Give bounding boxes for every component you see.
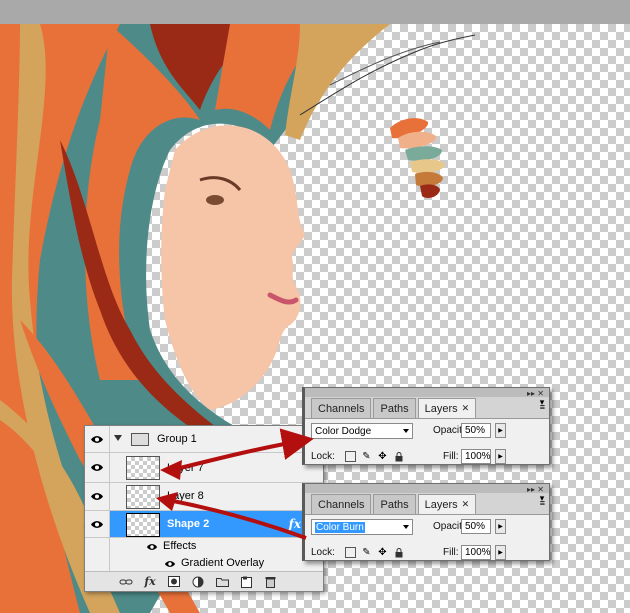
tab-label: Layers (424, 402, 458, 415)
layers-blend-panel-bottom: ▸▸ ✕ Channels Paths Layers ✕ ▾ ≡ Color Bur… (302, 483, 550, 561)
close-icon[interactable]: ✕ (462, 499, 470, 510)
gradient-overlay-label: Gradient Overlay (181, 557, 265, 569)
move-icon[interactable]: ✥ (377, 451, 388, 462)
tab-paths[interactable]: Paths (373, 494, 416, 514)
layers-panel: Group 1 Layer 7 Layer 8 Shape 2 fx Effec… (84, 425, 324, 592)
tab-layers[interactable]: Layers ✕ (417, 494, 477, 514)
layers-bottom-toolbar: fx (85, 571, 323, 591)
chevron-down-icon[interactable] (114, 435, 122, 441)
lock-label: Lock: (311, 547, 335, 558)
layer-row-group-1[interactable]: Group 1 (85, 426, 323, 453)
eye-icon[interactable] (88, 488, 106, 504)
move-icon[interactable]: ✥ (377, 547, 388, 558)
tab-channels[interactable]: Channels (311, 494, 372, 514)
fill-value: 100% (465, 451, 491, 462)
layer-row-shape-2[interactable]: Shape 2 fx (85, 511, 323, 538)
new-layer-icon[interactable] (239, 576, 253, 588)
eye-icon[interactable] (143, 539, 161, 555)
layer-name: Shape 2 (167, 518, 210, 530)
panel-title-bar[interactable] (305, 388, 549, 397)
tab-label: Layers (424, 498, 458, 511)
panel-tabs: Channels Paths Layers ✕ (311, 494, 478, 514)
blend-mode-value: Color Burn (315, 521, 365, 533)
layer-thumbnail (126, 513, 160, 537)
layer-row-layer-8[interactable]: Layer 8 (85, 483, 323, 511)
panel-body: Color Dodge Opacity: 50% ▶ Lock: ✎ ✥ Fil… (305, 418, 549, 464)
visibility-cell (85, 556, 110, 572)
gradient-overlay-row[interactable]: Gradient Overlay (85, 556, 323, 572)
fill-label: Fill: (443, 451, 459, 462)
lock-transparency-icon[interactable] (345, 547, 356, 558)
layer-name: Layer 7 (167, 462, 204, 474)
link-icon[interactable] (119, 576, 133, 588)
color-swatch-stack (390, 118, 445, 198)
effects-row[interactable]: Effects (85, 538, 323, 556)
fx-icon[interactable]: fx (143, 575, 157, 588)
layer-effects-badge[interactable]: fx (289, 517, 301, 531)
blend-mode-select[interactable]: Color Burn (311, 519, 413, 535)
visibility-cell (85, 538, 110, 556)
fill-label: Fill: (443, 547, 459, 558)
folder-icon[interactable] (215, 576, 229, 588)
opacity-value: 50% (465, 425, 486, 436)
eye-icon[interactable] (88, 431, 106, 447)
close-icon[interactable]: ✕ (462, 403, 470, 414)
panel-title-bar[interactable] (305, 484, 549, 493)
fill-field[interactable]: 100% (461, 545, 491, 560)
layers-blend-panel-top: ▸▸ ✕ Channels Paths Layers ✕ ▾ ≡ Color Dod… (302, 387, 550, 465)
layer-row-layer-7[interactable]: Layer 7 (85, 453, 323, 483)
opacity-field[interactable]: 50% (461, 519, 491, 534)
layer-name: Group 1 (157, 433, 197, 445)
chevron-down-icon (403, 525, 409, 529)
opacity-field[interactable]: 50% (461, 423, 491, 438)
lock-label: Lock: (311, 451, 335, 462)
eye-icon[interactable] (88, 516, 106, 532)
blend-mode-select[interactable]: Color Dodge (311, 423, 413, 439)
opacity-value: 50% (465, 521, 486, 532)
folder-icon (131, 433, 149, 446)
panel-body: Color Burn Opacity: 50% ▶ Lock: ✎ ✥ Fill… (305, 514, 549, 560)
fill-slider-button[interactable]: ▶ (495, 545, 506, 560)
opacity-slider-button[interactable]: ▶ (495, 423, 506, 438)
tab-label: Paths (380, 498, 409, 511)
opacity-slider-button[interactable]: ▶ (495, 519, 506, 534)
tab-label: Channels (318, 402, 365, 415)
panel-menu-icon[interactable]: ▾ ≡ (540, 398, 545, 412)
layer-thumbnail (126, 485, 160, 509)
fill-field[interactable]: 100% (461, 449, 491, 464)
chevron-down-icon (403, 429, 409, 433)
mask-icon[interactable] (167, 576, 181, 588)
trash-icon[interactable] (263, 576, 277, 588)
eye-icon[interactable] (161, 556, 179, 572)
panel-tabs: Channels Paths Layers ✕ (311, 398, 478, 418)
tab-layers[interactable]: Layers ✕ (417, 398, 477, 418)
lock-icon[interactable] (393, 547, 404, 558)
tab-label: Paths (380, 402, 409, 415)
tab-paths[interactable]: Paths (373, 398, 416, 418)
eye-icon[interactable] (88, 459, 106, 475)
adjustment-icon[interactable] (191, 576, 205, 588)
layer-name: Layer 8 (167, 490, 204, 502)
fill-slider-button[interactable]: ▶ (495, 449, 506, 464)
lock-icon[interactable] (393, 451, 404, 462)
effects-label: Effects (163, 540, 197, 552)
brush-icon[interactable]: ✎ (361, 547, 372, 558)
tab-channels[interactable]: Channels (311, 398, 372, 418)
layer-thumbnail (126, 456, 160, 480)
tab-label: Channels (318, 498, 365, 511)
lock-transparency-icon[interactable] (345, 451, 356, 462)
panel-menu-icon[interactable]: ▾ ≡ (540, 494, 545, 508)
brush-icon[interactable]: ✎ (361, 451, 372, 462)
face (161, 125, 305, 410)
blend-mode-value: Color Dodge (315, 425, 372, 437)
fill-value: 100% (465, 547, 491, 558)
